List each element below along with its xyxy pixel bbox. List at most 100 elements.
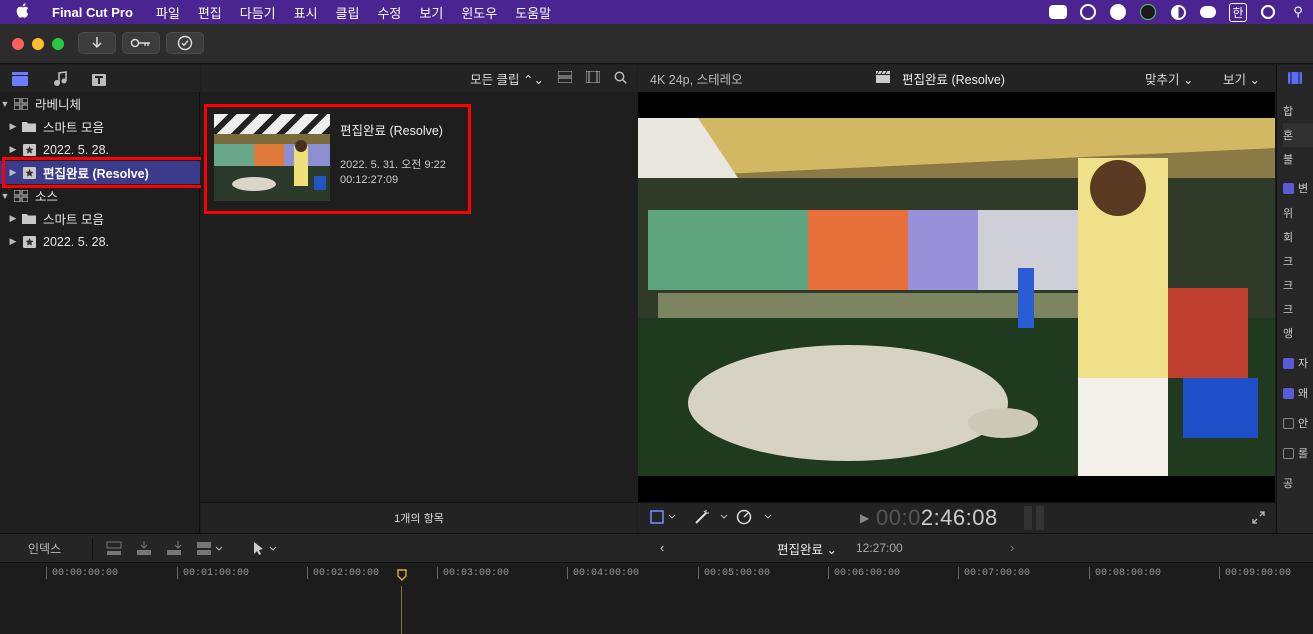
disclosure-closed-icon[interactable]: ▶ [8,121,18,132]
inspector-row[interactable]: 불 [1283,147,1313,171]
checkbox-unchecked-icon[interactable] [1283,417,1294,429]
inspector-row[interactable]: 크 [1283,249,1313,273]
project-dropdown[interactable]: 편집완료 ⌄ [777,539,837,558]
music-note-icon [54,70,67,86]
insert-clip-button[interactable] [136,541,152,559]
inspector-row[interactable]: 공 [1283,471,1313,495]
enhancements-button[interactable] [694,509,730,528]
inspector-row[interactable]: 롤 [1283,441,1313,465]
menu-window[interactable]: 윈도우 [452,3,506,22]
disclosure-closed-icon[interactable]: ▶ [8,236,18,247]
inspector-row[interactable]: 회 [1283,225,1313,249]
append-clip-button[interactable] [166,541,182,559]
inspector-row[interactable]: 합 [1283,99,1313,123]
share-icon[interactable]: ⚲ [1283,0,1313,24]
inspector-row[interactable]: 크 [1283,273,1313,297]
disclosure-open-icon[interactable]: ▼ [0,191,10,201]
titles-generators-tab[interactable] [90,70,110,88]
minimize-window-button[interactable] [32,38,44,50]
filmstrip-icon [1288,72,1302,84]
close-window-button[interactable] [12,38,24,50]
zoom-fit-dropdown[interactable]: 맞추기 ⌄ [1145,69,1193,88]
audio-meter-right [1036,506,1044,530]
libraries-tab[interactable] [10,70,30,88]
history-back-button[interactable]: ‹ [660,540,664,555]
menu-clip[interactable]: 클립 [327,3,369,22]
contrast-icon[interactable] [1163,0,1193,24]
keywords-button[interactable] [122,32,160,54]
inspector-row[interactable]: 앵 [1283,321,1313,345]
menu-view[interactable]: 보기 [410,3,452,22]
apple-icon[interactable] [0,3,44,21]
clip-filter-dropdown[interactable]: 모든 클립 ⌃⌄ [470,69,544,88]
inspector-row[interactable]: 안 [1283,411,1313,435]
timeline-ruler[interactable]: 00:00:00:00 00:01:00:00 00:02:00:00 00:0… [0,564,1313,586]
checkbox-checked-icon[interactable] [1283,357,1294,369]
menu-file[interactable]: 파일 [147,3,189,22]
disclosure-closed-icon[interactable]: ▶ [8,213,18,224]
menu-help[interactable]: 도움말 [506,3,560,22]
inspector-row[interactable]: 위 [1283,201,1313,225]
chevron-down-icon: ⌄ [1249,73,1260,87]
inspector-row[interactable]: 변 [1283,176,1313,200]
search-button[interactable] [614,71,627,87]
input-source[interactable]: 한 [1223,0,1253,24]
overwrite-clip-button[interactable] [196,541,226,559]
checkbox-unchecked-icon[interactable] [1283,447,1294,459]
inspector-row[interactable]: 크 [1283,297,1313,321]
history-forward-button[interactable]: › [1010,540,1014,555]
background-tasks-button[interactable] [166,32,204,54]
event-item[interactable]: ▶ 2022. 5. 28. [0,230,200,253]
teamviewer-icon[interactable] [1103,0,1133,24]
checkbox-checked-icon[interactable] [1283,182,1294,194]
video-inspector-tab[interactable] [1287,70,1303,89]
event-star-icon [21,143,37,156]
play-icon[interactable]: ▶ [860,511,869,525]
project-duration: 12:27:00 [856,541,903,555]
filmstrip-view-button[interactable] [585,70,601,86]
viewer[interactable] [638,92,1275,502]
menu-modify[interactable]: 수정 [368,3,410,22]
index-button[interactable]: 인덱스 [28,540,61,557]
inspector-row[interactable]: 왜 [1283,381,1313,405]
checkbox-checked-icon[interactable] [1283,387,1294,399]
disclosure-closed-icon[interactable]: ▶ [8,144,18,155]
zoom-icon[interactable] [1043,0,1073,24]
menu-edit[interactable]: 편집 [189,3,231,22]
import-button[interactable] [78,32,116,54]
zoom-window-button[interactable] [52,38,64,50]
wordpress-icon[interactable] [1073,0,1103,24]
transform-button[interactable] [650,509,678,527]
timeline-area[interactable] [0,586,1313,634]
sidebar-item-label: 스마트 모음 [43,121,104,135]
retime-button[interactable] [736,509,776,528]
menu-trim[interactable]: 다듬기 [231,3,285,22]
browser-tabs [0,65,200,92]
disclosure-open-icon[interactable]: ▼ [0,99,10,109]
inspector-row[interactable]: 자 [1283,351,1313,375]
view-options-dropdown[interactable]: 보기 ⌄ [1223,69,1260,88]
smart-collection-item[interactable]: ▶ 스마트 모음 [0,207,200,230]
select-tool-button[interactable] [252,541,282,559]
menu-bar: Final Cut Pro 파일 편집 다듬기 표시 클립 수정 보기 윈도우 … [0,0,1313,24]
photos-audio-tab[interactable] [50,70,70,88]
play-circle-icon[interactable] [1253,0,1283,24]
inspector-row[interactable]: 혼 [1283,123,1313,147]
download-arrow-icon [92,37,102,49]
library-item[interactable]: ▼ 라베니체 [0,92,200,115]
clip-appearance-button[interactable] [557,70,573,86]
fullscreen-button[interactable] [1252,511,1265,527]
sidebar-item-label: 스마트 모음 [43,213,104,227]
playhead-icon[interactable] [397,569,407,581]
timecode-display[interactable]: 00:02:46:08 [876,505,998,531]
dollar-icon[interactable] [1133,0,1163,24]
append-icon [167,541,182,555]
chevron-down-icon: ⌄ [826,542,837,557]
smart-collection-item[interactable]: ▶ 스마트 모음 [0,115,200,138]
sidebar-item-label: 2022. 5. 28. [43,142,110,157]
menu-mark[interactable]: 표시 [285,3,327,22]
connect-clip-button[interactable] [106,541,122,559]
app-menu[interactable]: Final Cut Pro [44,5,147,20]
video-frame[interactable] [638,118,1275,476]
chat-icon[interactable] [1193,0,1223,24]
